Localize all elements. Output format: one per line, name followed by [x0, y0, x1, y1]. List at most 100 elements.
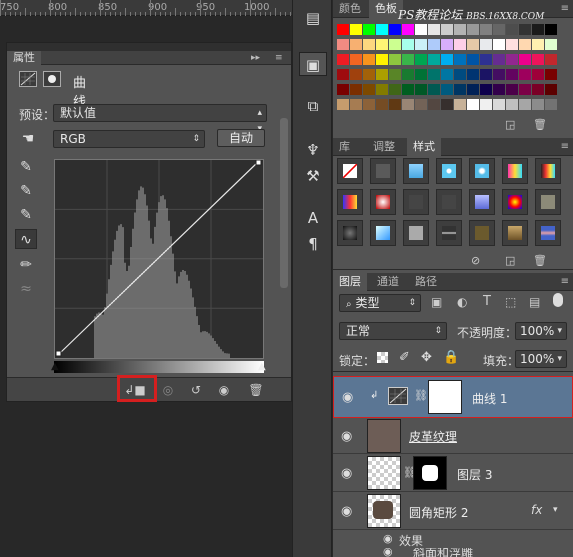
style-preset[interactable]: [535, 189, 561, 215]
color-swatch[interactable]: [506, 99, 518, 110]
fill-input[interactable]: 100% ▾: [515, 350, 567, 368]
delete-icon[interactable]: 🗑: [245, 381, 267, 399]
tab-styles[interactable]: 样式: [407, 138, 441, 156]
color-swatch[interactable]: [376, 54, 388, 65]
color-swatch[interactable]: [532, 69, 544, 80]
color-swatch[interactable]: [532, 84, 544, 95]
effects-row[interactable]: ◉ 效果: [333, 530, 573, 548]
curve-point-white[interactable]: [255, 159, 262, 166]
effect-row-bevel[interactable]: ◉ 斜面和浮雕: [333, 548, 573, 557]
effect-eye-icon[interactable]: ◉: [383, 548, 393, 557]
tab-library[interactable]: 库: [333, 138, 356, 156]
view-previous-state-icon[interactable]: ◎: [157, 381, 179, 399]
effect-eye-icon[interactable]: ◉: [383, 532, 393, 545]
layer-filter-select[interactable]: ⌕ 类型 ⇕: [339, 294, 421, 312]
color-swatch[interactable]: [506, 54, 518, 65]
tab-color[interactable]: 颜色: [333, 0, 367, 18]
color-swatch[interactable]: [454, 84, 466, 95]
lock-all-icon[interactable]: 🔒: [443, 350, 459, 365]
color-swatch[interactable]: [363, 54, 375, 65]
color-swatch[interactable]: [337, 69, 349, 80]
layer-mask-thumbnail[interactable]: [413, 456, 447, 490]
layer-name[interactable]: 圆角矩形 2: [409, 504, 468, 521]
color-swatch[interactable]: [402, 99, 414, 110]
layer-row-layer3[interactable]: ◉ ⛓ 图层 3: [333, 454, 573, 492]
link-icon[interactable]: ⛓: [414, 389, 428, 402]
lock-position-icon[interactable]: ✥: [421, 350, 432, 365]
color-swatch[interactable]: [428, 24, 440, 35]
color-swatch[interactable]: [428, 54, 440, 65]
color-swatch[interactable]: [402, 69, 414, 80]
color-swatch[interactable]: [467, 24, 479, 35]
history-icon[interactable]: ▤: [299, 6, 327, 30]
style-preset[interactable]: [469, 220, 495, 246]
color-swatch[interactable]: [415, 84, 427, 95]
chevron-down-icon[interactable]: ▾: [553, 505, 558, 515]
style-preset[interactable]: [403, 158, 429, 184]
color-swatch[interactable]: [519, 99, 531, 110]
channel-select[interactable]: RGB ⇕: [53, 130, 205, 148]
color-swatch[interactable]: [415, 39, 427, 50]
style-preset[interactable]: [436, 220, 462, 246]
color-swatch[interactable]: [337, 54, 349, 65]
color-swatch[interactable]: [337, 84, 349, 95]
style-preset[interactable]: [502, 220, 528, 246]
style-preset[interactable]: [535, 220, 561, 246]
color-swatch[interactable]: [428, 69, 440, 80]
layer-row-rounded-rect[interactable]: ◉ 圆角矩形 2 fx ▾: [333, 492, 573, 530]
color-swatch[interactable]: [532, 24, 544, 35]
color-swatch[interactable]: [441, 99, 453, 110]
panel-grip-bar[interactable]: [7, 43, 291, 51]
style-preset[interactable]: [502, 189, 528, 215]
color-swatch[interactable]: [506, 69, 518, 80]
color-swatch[interactable]: [350, 39, 362, 50]
lock-image-pixels-icon[interactable]: ✐: [399, 350, 410, 365]
color-swatch[interactable]: [545, 84, 557, 95]
style-preset[interactable]: [403, 189, 429, 215]
curves-adjustment-icon[interactable]: [19, 71, 37, 87]
layer-row-curves[interactable]: ◉ ↲ ⛓ 曲线 1: [333, 376, 573, 418]
edit-points-curve-icon[interactable]: ∿: [15, 229, 37, 249]
color-swatch[interactable]: [402, 54, 414, 65]
color-swatch[interactable]: [519, 84, 531, 95]
opacity-input[interactable]: 100% ▾: [515, 322, 567, 340]
smooth-curve-icon[interactable]: ≈: [15, 279, 37, 299]
curve-point-black[interactable]: [55, 350, 62, 357]
color-swatch[interactable]: [415, 69, 427, 80]
color-swatch[interactable]: [402, 39, 414, 50]
color-swatch[interactable]: [363, 39, 375, 50]
color-swatch[interactable]: [545, 24, 557, 35]
visibility-eye-icon[interactable]: ◉: [341, 504, 352, 519]
layer-mask-thumbnail[interactable]: [428, 380, 462, 414]
color-swatch[interactable]: [441, 54, 453, 65]
black-slider-icon[interactable]: ▲: [51, 361, 59, 372]
color-swatch[interactable]: [389, 84, 401, 95]
color-swatch[interactable]: [363, 99, 375, 110]
color-swatch[interactable]: [506, 24, 518, 35]
color-swatch[interactable]: [467, 99, 479, 110]
color-swatch[interactable]: [337, 39, 349, 50]
color-swatch[interactable]: [428, 84, 440, 95]
color-swatch[interactable]: [506, 39, 518, 50]
white-point-eyedropper-icon[interactable]: ✎: [15, 205, 37, 225]
panel-menu-icon[interactable]: ≡: [561, 0, 569, 18]
gray-point-eyedropper-icon[interactable]: ✎: [15, 181, 37, 201]
color-swatch[interactable]: [389, 39, 401, 50]
color-swatch[interactable]: [376, 99, 388, 110]
brush-presets-icon[interactable]: ♆: [299, 138, 327, 162]
visibility-eye-icon[interactable]: ◉: [341, 466, 352, 481]
color-swatch[interactable]: [480, 84, 492, 95]
panel-menu-icon[interactable]: ≡: [275, 51, 283, 65]
color-swatch[interactable]: [506, 84, 518, 95]
style-preset[interactable]: [370, 189, 396, 215]
tab-properties[interactable]: 属性: [7, 51, 41, 65]
color-swatch[interactable]: [480, 99, 492, 110]
color-swatch[interactable]: [480, 24, 492, 35]
clone-source-icon[interactable]: ⧉: [299, 94, 327, 118]
color-swatch[interactable]: [454, 54, 466, 65]
tab-paths[interactable]: 路径: [409, 273, 443, 291]
color-swatch[interactable]: [350, 84, 362, 95]
color-swatch[interactable]: [532, 54, 544, 65]
color-swatch[interactable]: [402, 24, 414, 35]
color-swatch[interactable]: [376, 39, 388, 50]
